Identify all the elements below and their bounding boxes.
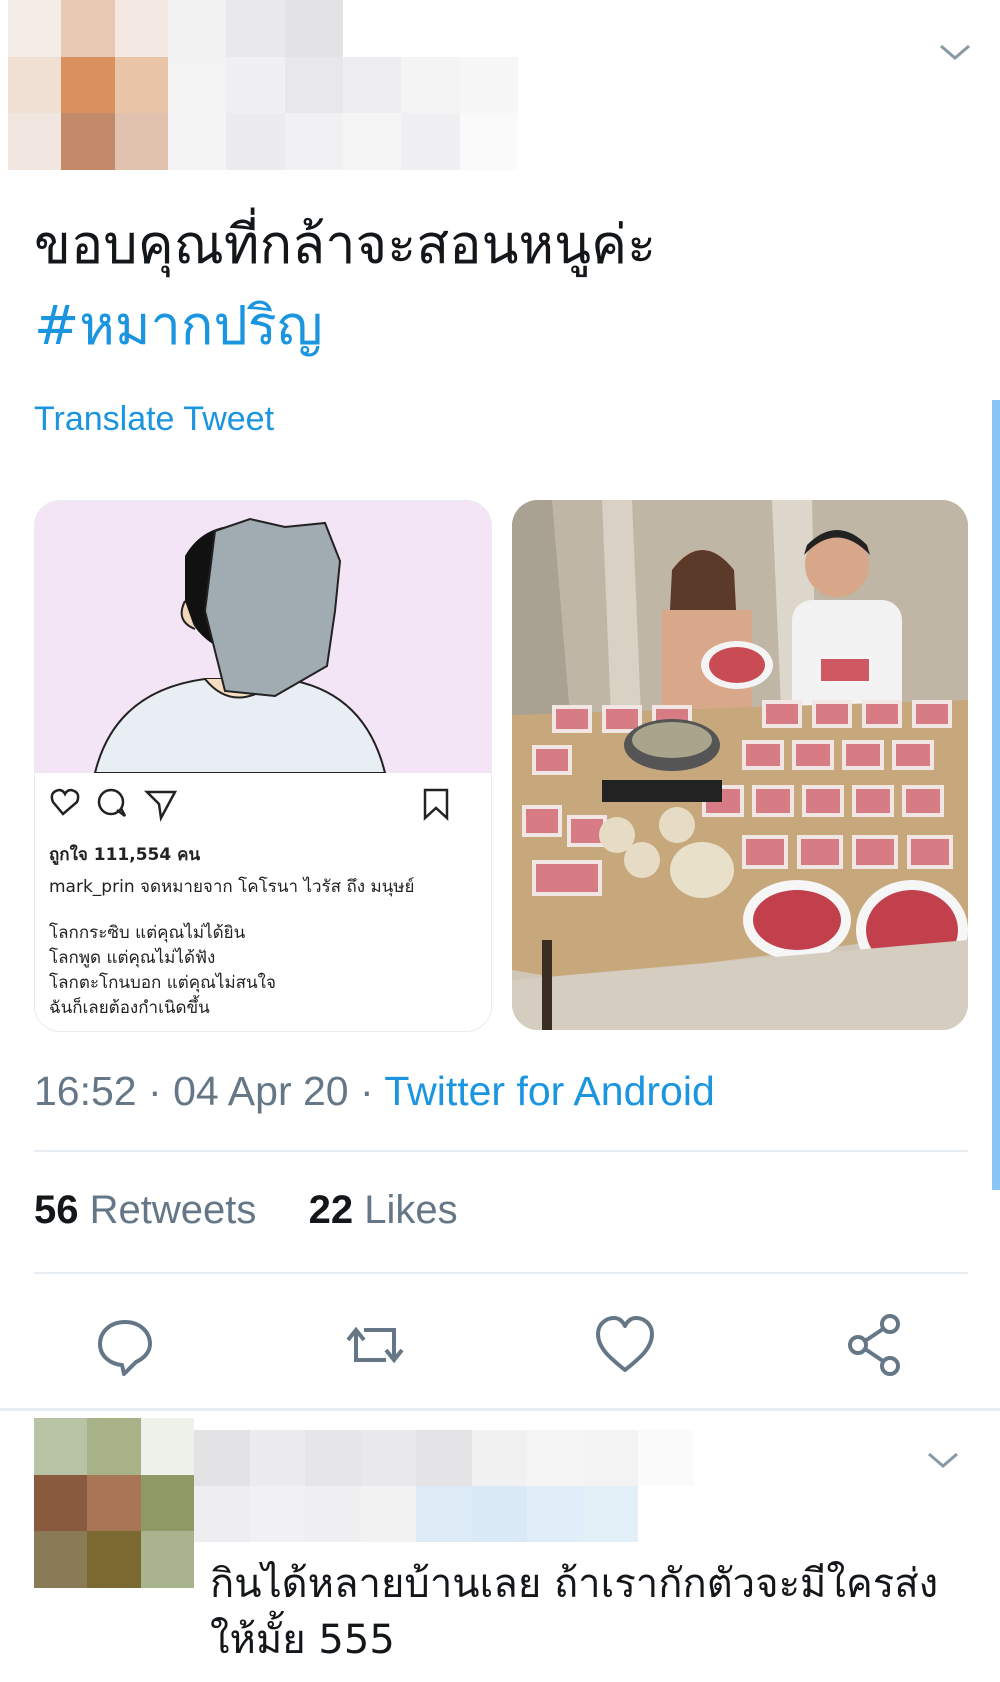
divider bbox=[34, 1272, 968, 1274]
tweet-timestamp: 16:52 · 04 Apr 20 · Twitter for Android bbox=[34, 1068, 715, 1115]
tweet-detail-page: ขอบคุณที่กล้าจะสอนหนูค่ะ #หมากปริญ Trans… bbox=[0, 0, 1000, 1682]
caption-body-line: โลกตะโกนบอก แต่คุณไม่สนใจ bbox=[49, 973, 276, 993]
author-avatar-blurred[interactable] bbox=[8, 0, 168, 170]
likes-label: Likes bbox=[364, 1188, 458, 1232]
tweet-date: 04 Apr 20 bbox=[173, 1068, 349, 1114]
reply-tweet-text: กินได้หลายบ้านเลย ถ้าเรากักตัวจะมีใครส่ง… bbox=[210, 1561, 939, 1663]
retweet-icon[interactable] bbox=[340, 1310, 410, 1380]
retweets-stat[interactable]: 56 Retweets bbox=[34, 1188, 256, 1232]
caption-body-line: โลกพูด แต่คุณไม่ได้ฟัง bbox=[49, 948, 216, 968]
caption-body-line: โลกกระซิบ แต่คุณไม่ได้ยิน bbox=[49, 923, 246, 943]
media-image-photo[interactable] bbox=[512, 500, 968, 1030]
retweets-label: Retweets bbox=[89, 1188, 257, 1232]
reply-author-avatar-blurred[interactable] bbox=[34, 1418, 194, 1588]
heart-icon[interactable] bbox=[590, 1310, 660, 1380]
share-icon[interactable] bbox=[840, 1310, 910, 1380]
reply-icon[interactable] bbox=[90, 1310, 160, 1380]
meta-separator: · bbox=[148, 1068, 162, 1114]
illustration-image bbox=[35, 501, 491, 774]
meta-separator: · bbox=[360, 1068, 374, 1114]
tweet-time: 16:52 bbox=[34, 1068, 137, 1114]
retweets-count: 56 bbox=[34, 1188, 79, 1232]
scrollbar[interactable] bbox=[992, 400, 1000, 1190]
section-divider bbox=[0, 1408, 1000, 1411]
tweet-stats: 56 Retweets 22 Likes bbox=[34, 1188, 458, 1233]
likes-count: 22 bbox=[308, 1188, 354, 1232]
likes-stat[interactable]: 22 Likes bbox=[309, 1188, 458, 1232]
media-image-instagram-post[interactable]: ถูกใจ 111,554 คน mark_prin จดหมายจาก โคโ… bbox=[34, 500, 492, 1032]
chevron-down-icon[interactable] bbox=[925, 1448, 961, 1472]
chevron-down-icon[interactable] bbox=[937, 40, 973, 64]
hashtag-link[interactable]: #หมากปริญ bbox=[34, 288, 323, 364]
tweet-text: ขอบคุณที่กล้าจะสอนหนูค่ะ bbox=[34, 213, 657, 276]
reply-author-name-blurred[interactable] bbox=[194, 1430, 694, 1542]
divider bbox=[34, 1150, 968, 1152]
caption-line: mark_prin จดหมายจาก โคโรนา ไวรัส ถึง มนุ… bbox=[49, 877, 415, 897]
instagram-action-icons bbox=[50, 788, 449, 822]
author-name-blurred[interactable] bbox=[168, 0, 518, 170]
tweet-source-link[interactable]: Twitter for Android bbox=[384, 1068, 714, 1114]
likes-count-line: ถูกใจ 111,554 คน bbox=[49, 845, 201, 865]
translate-tweet-link[interactable]: Translate Tweet bbox=[34, 400, 274, 439]
caption-body-line: ฉันก็เลยต้องกำเนิดขึ้น bbox=[49, 998, 210, 1018]
